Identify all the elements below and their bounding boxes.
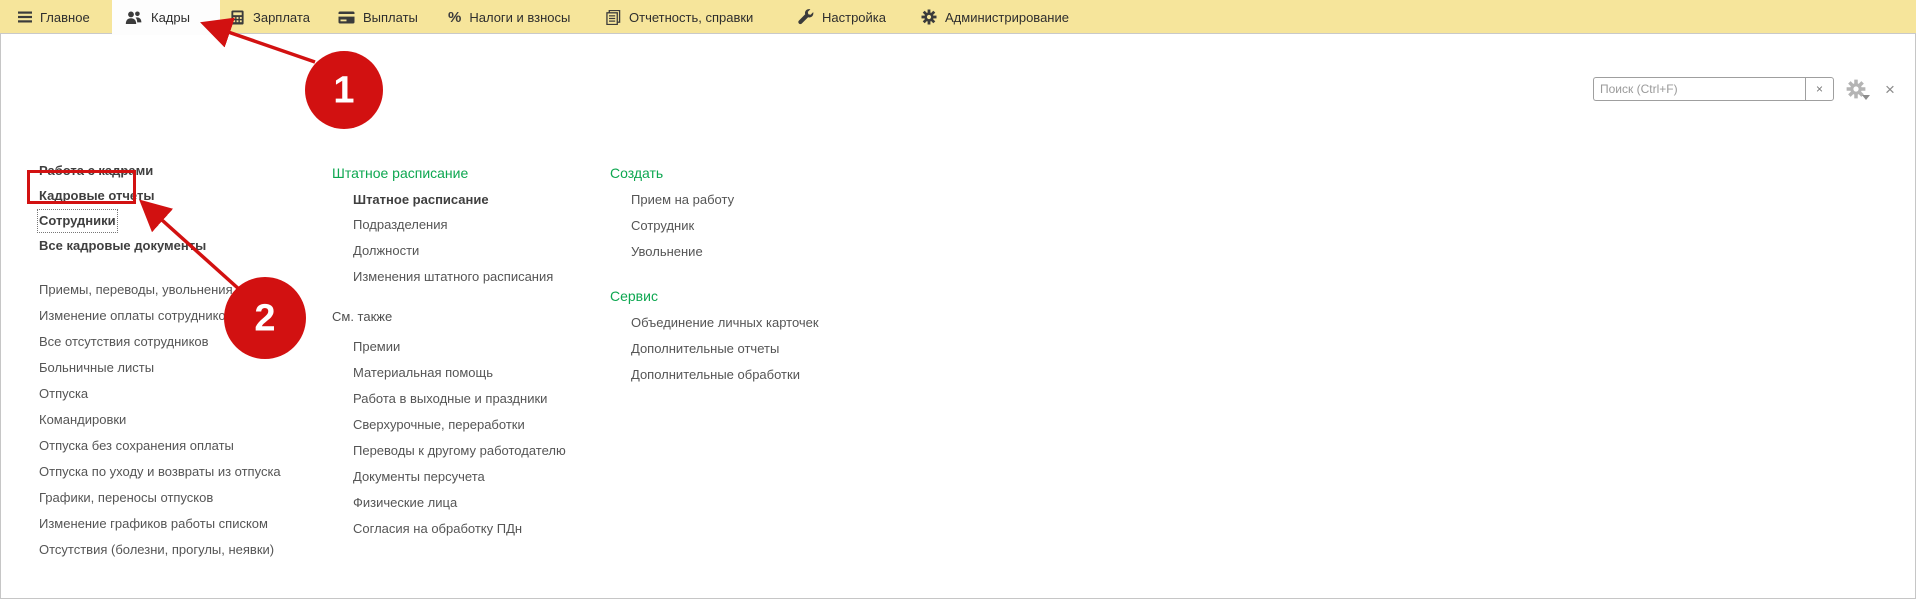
menu-item[interactable]: Больничные листы bbox=[39, 358, 309, 378]
menu-item[interactable]: Физические лица bbox=[353, 493, 612, 513]
tab-zarplata[interactable]: Зарплата bbox=[230, 0, 310, 34]
search-settings-button[interactable] bbox=[1844, 77, 1868, 101]
menu-item-shtatnoe-raspisanie[interactable]: Штатное расписание bbox=[353, 190, 612, 210]
tab-label: Зарплата bbox=[253, 10, 310, 25]
menu-item[interactable]: Изменения штатного расписания bbox=[353, 267, 612, 287]
menu-item-kadrovye-otchety[interactable]: Кадровые отчеты bbox=[39, 186, 309, 206]
tab-label: Кадры bbox=[151, 10, 190, 25]
see-also-label: См. также bbox=[332, 307, 612, 327]
tab-vyplaty[interactable]: Выплаты bbox=[338, 0, 418, 34]
close-panel-button[interactable]: × bbox=[1885, 81, 1895, 98]
menu-item[interactable]: Увольнение bbox=[631, 242, 890, 262]
menu-item[interactable]: Отпуска по уходу и возвраты из отпуска bbox=[39, 462, 309, 482]
tab-label: Администрирование bbox=[945, 10, 1069, 25]
menu-item[interactable]: Дополнительные отчеты bbox=[631, 339, 890, 359]
menu-item[interactable]: Переводы к другому работодателю bbox=[353, 441, 612, 461]
kadry-section-panel: × × Работа с кадрами Кадров bbox=[0, 34, 1916, 599]
search-row: × × bbox=[1593, 77, 1895, 101]
chevron-down-icon bbox=[1862, 95, 1870, 100]
tab-glavnoe[interactable]: Главное bbox=[40, 0, 90, 34]
tab-otchetnost[interactable]: Отчетность, справки bbox=[606, 0, 753, 34]
menu-item[interactable]: Сверхурочные, переработки bbox=[353, 415, 612, 435]
menu-item[interactable]: Отсутствия (болезни, прогулы, неявки) bbox=[39, 540, 309, 560]
menu-item[interactable]: Командировки bbox=[39, 410, 309, 430]
tab-label: Налоги и взносы bbox=[469, 10, 570, 25]
tab-label: Настройка bbox=[822, 10, 886, 25]
menu-item-sotrudniki[interactable]: Сотрудники bbox=[39, 211, 309, 231]
hamburger-button[interactable] bbox=[18, 0, 32, 34]
report-icon bbox=[606, 10, 621, 25]
wrench-icon bbox=[798, 9, 814, 25]
search-clear-button[interactable]: × bbox=[1805, 77, 1834, 101]
people-icon bbox=[125, 10, 142, 25]
search-input[interactable] bbox=[1593, 77, 1805, 101]
calculator-icon bbox=[230, 10, 245, 25]
menu-item-sotrudniki-label: Сотрудники bbox=[39, 211, 116, 231]
tab-label: Отчетность, справки bbox=[629, 10, 753, 25]
menu-item[interactable]: Графики, переносы отпусков bbox=[39, 488, 309, 508]
group-header-servis: Сервис bbox=[610, 286, 890, 306]
tab-label: Главное bbox=[40, 10, 90, 25]
menu-item[interactable]: Согласия на обработку ПДн bbox=[353, 519, 612, 539]
column-create-service: Создать Прием на работу Сотрудник Увольн… bbox=[610, 163, 890, 391]
menu-item[interactable]: Все отсутствия сотрудников bbox=[39, 332, 309, 352]
group-header-shtatnoe-raspisanie: Штатное расписание bbox=[332, 163, 612, 183]
menu-item[interactable]: Приемы, переводы, увольнения bbox=[39, 280, 309, 300]
menu-item-rabota-s-kadrami[interactable]: Работа с кадрами bbox=[39, 161, 309, 181]
group-header-sozdat: Создать bbox=[610, 163, 890, 183]
menu-item[interactable]: Объединение личных карточек bbox=[631, 313, 890, 333]
menu-item[interactable]: Материальная помощь bbox=[353, 363, 612, 383]
column-staffing: Штатное расписание Штатное расписание По… bbox=[332, 163, 612, 545]
menu-item[interactable]: Сотрудник bbox=[631, 216, 890, 236]
menu-item[interactable]: Работа в выходные и праздники bbox=[353, 389, 612, 409]
menu-item[interactable]: Дополнительные обработки bbox=[631, 365, 890, 385]
menu-item[interactable]: Изменение оплаты сотрудников bbox=[39, 306, 309, 326]
app-window: Главное Кадры Зарплата bbox=[0, 0, 1916, 602]
main-menu-bar: Главное Кадры Зарплата bbox=[0, 0, 1916, 34]
tab-nastroyka[interactable]: Настройка bbox=[798, 0, 886, 34]
menu-item[interactable]: Документы персучета bbox=[353, 467, 612, 487]
menu-item[interactable]: Подразделения bbox=[353, 215, 612, 235]
menu-item[interactable]: Должности bbox=[353, 241, 612, 261]
tab-administrirovanie[interactable]: Администрирование bbox=[921, 0, 1069, 34]
percent-icon: % bbox=[448, 9, 461, 26]
menu-item-vse-kadrovye-dokumenty[interactable]: Все кадровые документы bbox=[39, 236, 309, 256]
hamburger-icon bbox=[18, 11, 32, 23]
tab-nalogi[interactable]: % Налоги и взносы bbox=[448, 0, 570, 34]
menu-item[interactable]: Изменение графиков работы списком bbox=[39, 514, 309, 534]
menu-item[interactable]: Прием на работу bbox=[631, 190, 890, 210]
menu-item[interactable]: Отпуска без сохранения оплаты bbox=[39, 436, 309, 456]
tab-label: Выплаты bbox=[363, 10, 418, 25]
gear-icon bbox=[921, 9, 937, 25]
card-icon bbox=[338, 11, 355, 24]
column-work-with-staff: Работа с кадрами Кадровые отчеты Сотрудн… bbox=[39, 161, 309, 566]
menu-item[interactable]: Отпуска bbox=[39, 384, 309, 404]
menu-item[interactable]: Премии bbox=[353, 337, 612, 357]
tab-kadry[interactable]: Кадры bbox=[112, 0, 220, 35]
